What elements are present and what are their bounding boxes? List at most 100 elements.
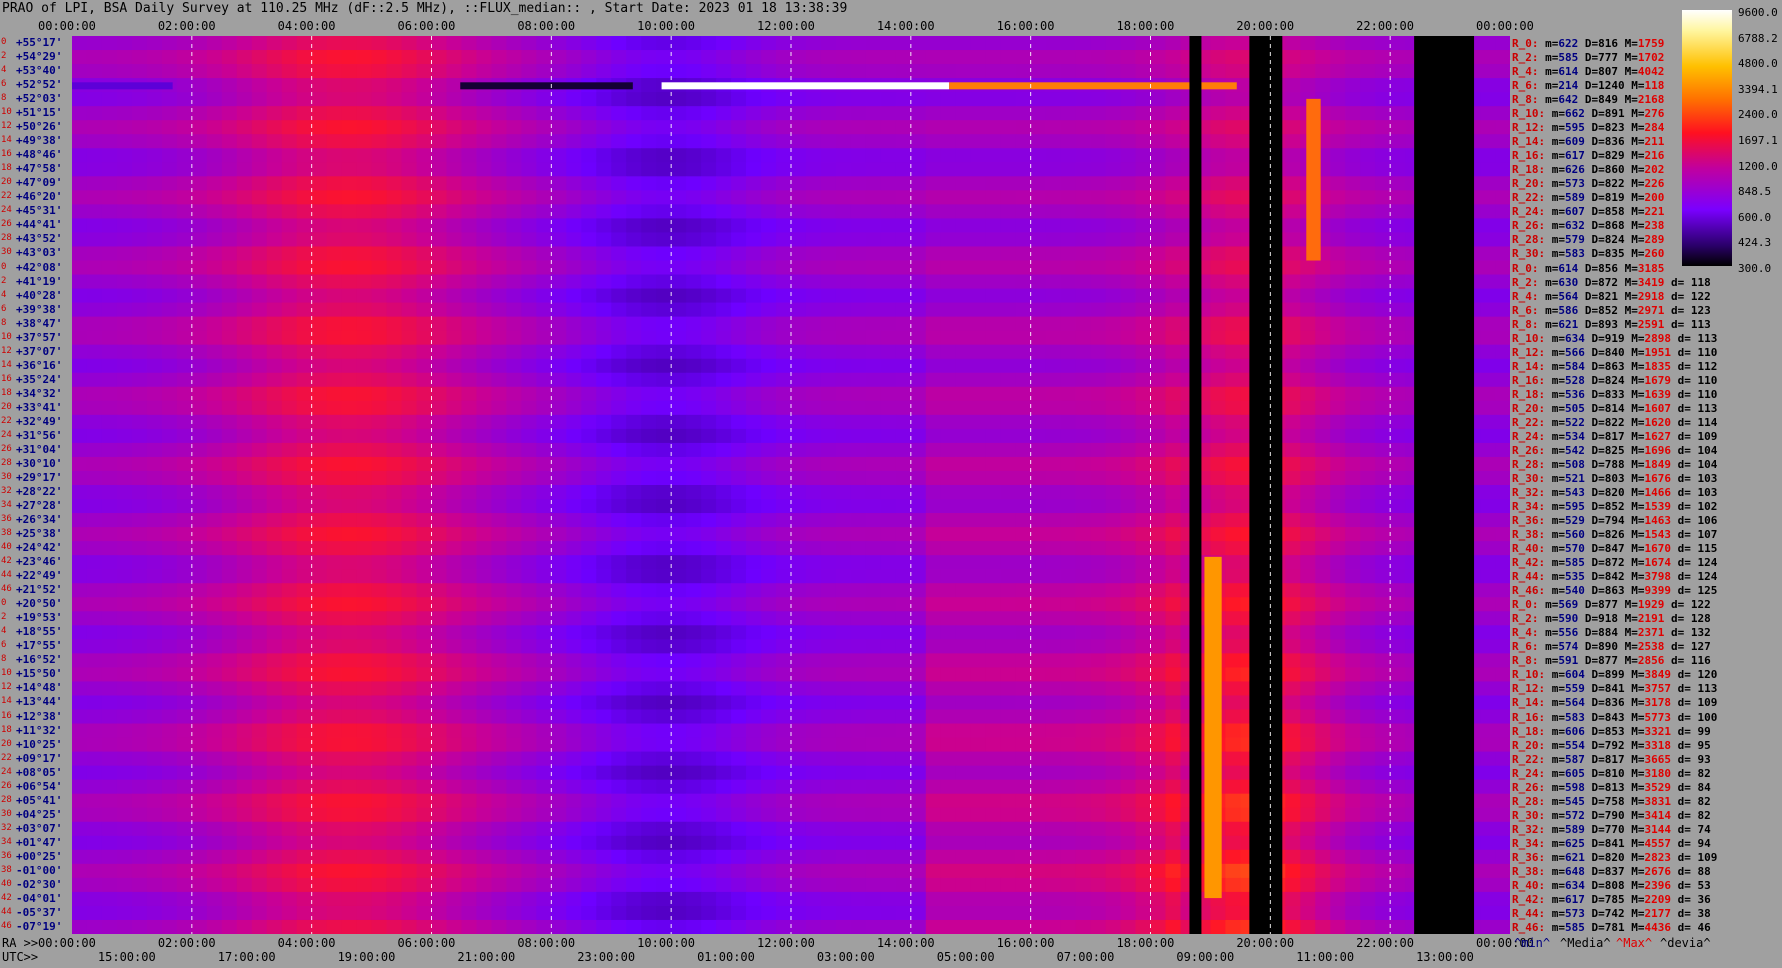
declination-label: +28°22' xyxy=(16,485,63,498)
declination-label: +13°44' xyxy=(16,695,63,709)
colorbar-tick-label: 4800.0 xyxy=(1738,57,1778,71)
beam-stats-row: R_26: m=598 D=813 M=3529 d= 84 xyxy=(1512,780,1711,794)
stat-med: 918 xyxy=(1598,612,1618,626)
stat-min: 605 xyxy=(1565,766,1585,780)
legend-median: ^Media^ xyxy=(1560,936,1611,950)
declination-label: +49°38' xyxy=(16,134,63,148)
stat-max: 3831 xyxy=(1644,794,1672,808)
stat-d: 113 xyxy=(1690,317,1711,331)
stat-r: R_22: xyxy=(1512,191,1546,205)
stat-r: R_8: xyxy=(1512,317,1539,331)
stat-r: R_10: xyxy=(1512,331,1546,345)
legend-min: ^min^ xyxy=(1514,936,1551,950)
stat-med: 841 xyxy=(1604,836,1625,850)
stat-r: R_30: xyxy=(1512,808,1546,822)
beam-stats-row: R_28: m=545 D=758 M=3831 d= 82 xyxy=(1512,794,1711,808)
ra-tick-label: 10:00:00 xyxy=(637,936,695,950)
stat-med: 899 xyxy=(1604,668,1625,682)
stat-max: 1627 xyxy=(1644,429,1672,443)
top-tick-label: 12:00:00 xyxy=(757,19,815,33)
declination-label: +12°38' xyxy=(16,709,63,723)
beam-index-label: 34 xyxy=(1,836,12,847)
beam-stats-panel: R_0: m=622 D=816 M=1759 R_2: m=585 D=777 … xyxy=(1512,36,1717,934)
stat-max: 2209 xyxy=(1644,892,1672,906)
beam-stats-row: R_0: m=569 D=877 M=1929 d= 122 xyxy=(1512,598,1711,612)
stat-max: 4557 xyxy=(1644,836,1672,850)
declination-axis: 0 +55°17' 2 +54°29' 4 +53°40' 6 +52°52' 8 +52°03'… xyxy=(0,36,72,934)
colorbar-tick-label: 1697.1 xyxy=(1738,134,1778,147)
top-tick-label: 00:00:00 xyxy=(1476,19,1534,33)
data-gap xyxy=(1189,36,1202,934)
stat-r: R_20: xyxy=(1512,401,1546,415)
stat-med: 840 xyxy=(1604,345,1625,359)
stat-r: R_12: xyxy=(1512,682,1546,696)
ra-axis-label: RA >> xyxy=(2,936,39,950)
stat-r: R_16: xyxy=(1512,710,1546,724)
stat-d: 100 xyxy=(1697,710,1718,724)
colorbar-tick-label: 424.3 xyxy=(1738,236,1772,250)
beam-index-label: 2 xyxy=(1,51,7,62)
stat-d: 120 xyxy=(1697,668,1718,682)
stat-max: 202 xyxy=(1644,163,1665,177)
beam-stats-row: R_16: m=583 D=843 M=5773 d= 100 xyxy=(1512,710,1718,724)
declination-label: +41°19' xyxy=(16,274,63,288)
declination-label: +45°31' xyxy=(16,204,63,218)
stat-r: R_6: xyxy=(1512,640,1539,654)
stat-max: 226 xyxy=(1644,177,1665,191)
stat-min: 584 xyxy=(1565,359,1585,373)
stat-med: 829 xyxy=(1604,149,1625,163)
beam-index-label: 44 xyxy=(1,570,12,581)
declination-label: +08°05' xyxy=(16,765,63,779)
stat-d: 123 xyxy=(1690,303,1711,317)
stat-max: 9399 xyxy=(1644,584,1672,598)
stat-med: 808 xyxy=(1604,878,1625,892)
beam-stats-row: R_16: m=528 D=824 M=1679 d= 110 xyxy=(1512,373,1718,387)
stat-min: 536 xyxy=(1565,387,1585,401)
stat-min: 214 xyxy=(1558,79,1579,93)
stat-min: 559 xyxy=(1565,682,1585,696)
stat-med: 843 xyxy=(1604,710,1625,724)
stat-med: 817 xyxy=(1604,429,1625,443)
stat-med: 824 xyxy=(1604,373,1625,387)
stat-r: R_46: xyxy=(1512,920,1546,934)
ra-tick-label: 00:00:00 xyxy=(38,936,96,950)
beam-stats-row: R_6: m=574 D=890 M=2538 d= 127 xyxy=(1512,640,1711,654)
ra-tick-label: 06:00:00 xyxy=(397,936,456,950)
colorbar-tick-label: 9600.0 xyxy=(1738,6,1778,19)
stat-min: 545 xyxy=(1565,794,1585,808)
beam-index-label: 22 xyxy=(1,752,12,763)
stat-med: 813 xyxy=(1604,780,1625,794)
stat-d: 124 xyxy=(1697,556,1718,570)
stat-max: 2823 xyxy=(1644,850,1672,864)
utc-tick-label: 11:00:00 xyxy=(1296,950,1355,964)
stat-max: 3757 xyxy=(1644,682,1672,696)
beam-index-label: 26 xyxy=(1,443,12,454)
stat-max: 3529 xyxy=(1644,780,1672,794)
ra-tick-label: 22:00:00 xyxy=(1356,936,1414,950)
declination-label: +54°29' xyxy=(16,50,63,64)
declination-label: +10°25' xyxy=(16,737,63,751)
stat-min: 595 xyxy=(1565,121,1585,135)
stat-max: 1674 xyxy=(1644,556,1672,570)
stat-r: R_16: xyxy=(1512,373,1546,387)
stat-min: 604 xyxy=(1565,668,1585,682)
stat-r: R_4: xyxy=(1512,65,1539,79)
stat-med: 853 xyxy=(1604,724,1625,738)
ra-tick-label: 20:00:00 xyxy=(1236,936,1295,950)
declination-label: +39°38' xyxy=(16,302,63,316)
beam-index-label: 16 xyxy=(1,710,12,721)
stat-r: R_4: xyxy=(1512,626,1539,640)
stat-r: R_32: xyxy=(1512,822,1546,836)
top-tick-label: 14:00:00 xyxy=(876,19,935,33)
stat-med: 847 xyxy=(1604,542,1625,556)
declination-label: +04°25' xyxy=(16,807,63,821)
beam-index-label: 20 xyxy=(1,738,12,749)
stat-med: 826 xyxy=(1604,528,1625,542)
beam-index-label: 36 xyxy=(1,514,12,525)
stat-med: 893 xyxy=(1598,317,1618,331)
stat-med: 852 xyxy=(1598,303,1618,317)
beam-stats-row: R_28: m=508 D=788 M=1849 d= 104 xyxy=(1512,457,1718,471)
beam-stats-row: R_38: m=560 D=826 M=1543 d= 107 xyxy=(1512,528,1718,542)
stat-med: 863 xyxy=(1604,359,1625,373)
stat-min: 609 xyxy=(1565,135,1585,149)
